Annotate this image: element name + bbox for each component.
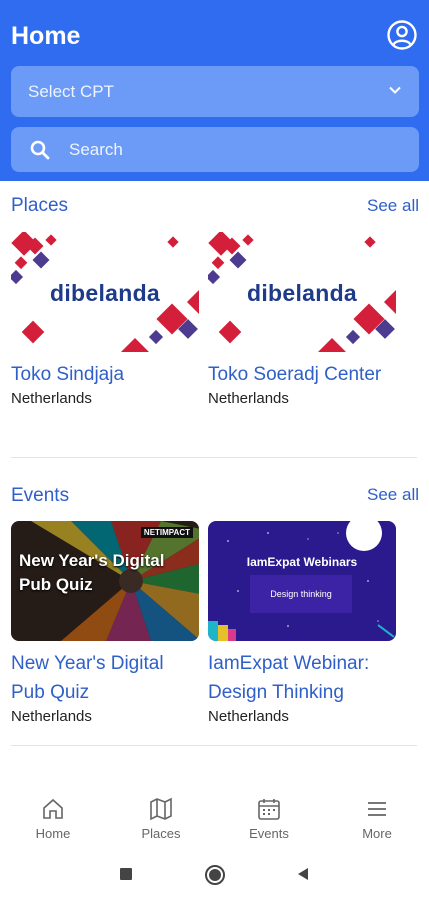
search-bar[interactable] [11, 127, 419, 172]
events-section-title: Events [11, 485, 70, 506]
place-name[interactable]: Toko Soeradj Center [208, 360, 396, 389]
place-country: Netherlands [11, 390, 92, 407]
app-header: Home Select CPT [0, 0, 429, 181]
event-name[interactable]: IamExpat Webinar: Design Thinking [208, 649, 396, 707]
place-card[interactable]: dibelanda Toko Soeradj Center Netherland… [208, 232, 396, 409]
place-card-image: dibelanda [11, 232, 199, 352]
cpt-select-label: Select CPT [28, 82, 114, 101]
bottom-nav: Home Places Events More [0, 780, 429, 850]
event-image-subtitle: Design thinking [270, 589, 332, 599]
nav-label-places: Places [141, 826, 181, 841]
event-name[interactable]: New Year's Digital Pub Quiz [11, 649, 199, 707]
place-logo-text: dibelanda [246, 280, 358, 306]
nav-item-more[interactable]: More [337, 796, 417, 842]
event-card[interactable]: IamExpat Webinars Design thinking IamExp… [208, 521, 396, 727]
nav-item-home[interactable]: Home [13, 796, 93, 842]
map-icon [150, 797, 172, 821]
profile-button[interactable] [386, 19, 418, 51]
section-divider [11, 457, 417, 458]
nav-label-events: Events [249, 826, 289, 841]
event-card-image: NETIMPACT New Year's Digital Pub Quiz [11, 521, 199, 641]
calendar-icon [258, 799, 280, 820]
home-circle-icon[interactable] [204, 864, 226, 886]
event-image-title: IamExpat Webinars [246, 555, 358, 569]
place-logo-text: dibelanda [49, 280, 161, 306]
places-section-title: Places [11, 195, 69, 216]
events-see-all-link[interactable]: See all [367, 484, 419, 506]
system-nav-bar [0, 850, 429, 900]
home-icon [43, 798, 63, 819]
menu-icon [368, 802, 386, 816]
section-divider [11, 745, 417, 746]
event-image-title: New Year's Digital Pub Quiz [19, 551, 165, 594]
nav-item-events[interactable]: Events [229, 796, 309, 842]
place-card[interactable]: dibelanda Toko Sindjaja Netherlands [11, 232, 199, 409]
chevron-down-icon [389, 86, 401, 94]
recents-icon[interactable] [119, 867, 133, 881]
back-icon[interactable] [296, 867, 310, 881]
place-name[interactable]: Toko Sindjaja [11, 360, 199, 389]
nav-item-places[interactable]: Places [121, 796, 201, 842]
search-icon [30, 140, 50, 160]
event-image-tag: NETIMPACT [140, 527, 193, 538]
place-card-image: dibelanda [208, 232, 396, 352]
event-country: Netherlands [208, 708, 289, 725]
cpt-select[interactable]: Select CPT [11, 66, 419, 117]
page-title: Home [11, 22, 81, 50]
search-input[interactable] [69, 137, 389, 163]
event-image-subtitle-box: Design thinking [250, 575, 352, 613]
user-icon [387, 20, 417, 50]
nav-label-more: More [362, 826, 392, 841]
nav-label-home: Home [35, 826, 71, 841]
event-country: Netherlands [11, 708, 92, 725]
place-country: Netherlands [208, 390, 289, 407]
event-card-image: IamExpat Webinars Design thinking [208, 521, 396, 641]
places-see-all-link[interactable]: See all [367, 195, 419, 217]
event-card[interactable]: NETIMPACT New Year's Digital Pub Quiz Ne… [11, 521, 199, 727]
